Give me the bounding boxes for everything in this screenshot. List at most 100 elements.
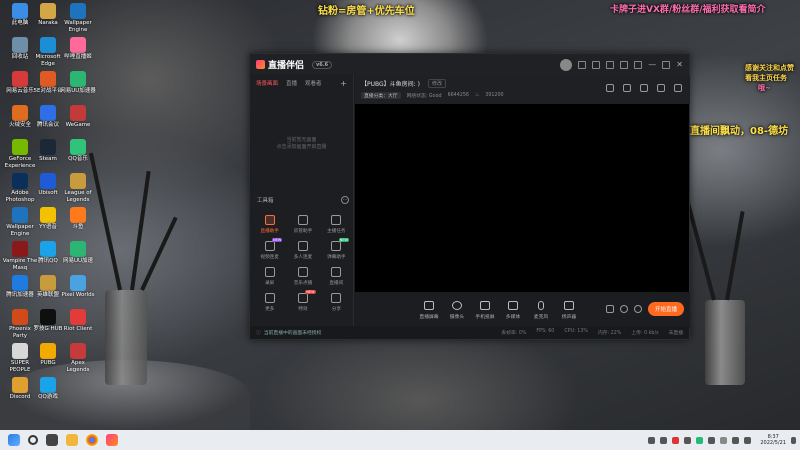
tray-app-icon[interactable] [648, 436, 656, 444]
tool-item[interactable]: 主播任务 [320, 215, 353, 234]
tray-app-icon[interactable] [684, 436, 692, 444]
phone-cast-button[interactable]: 手机投屏 [471, 300, 499, 320]
message-icon[interactable] [578, 60, 587, 69]
tool-label: 特效 [298, 307, 308, 312]
tool-item[interactable]: 分享 [320, 293, 353, 312]
streaming-app-window[interactable]: 直播伴侣 v6.6 — ✕ 场景画面 直播 观看者 + 当前暂无画面 点击添加画… [249, 53, 690, 340]
ring-icon[interactable] [619, 305, 628, 313]
desktop-icon[interactable]: Wallpaper Engine [60, 3, 96, 33]
app-icon [40, 71, 56, 87]
media-button[interactable]: 多媒体 [499, 300, 527, 320]
screen-icon[interactable] [592, 60, 601, 69]
app-logo: 直播伴侣 v6.6 [256, 58, 333, 71]
category-tag[interactable]: 直播分类：大厅 [361, 92, 401, 99]
fans-count: 391200 [485, 93, 504, 98]
tab-viewers[interactable]: 观看者 [305, 79, 322, 87]
tool-label: 更多 [265, 307, 275, 312]
status-stat: CPU: 13% [564, 329, 588, 334]
app-icon [40, 275, 56, 291]
tool-item[interactable]: 直播助手 [253, 215, 286, 234]
scene-tabs: 场景画面 直播 观看者 + [250, 75, 353, 91]
microphone-button[interactable]: 麦克风 [527, 300, 555, 320]
bell-icon[interactable] [657, 84, 665, 92]
brush-stroke [725, 211, 745, 301]
app-icon [70, 241, 86, 257]
desktop-icon-label: QQ音乐 [68, 156, 88, 162]
edit-title-button[interactable]: 修改 [427, 79, 446, 88]
chevron-up-icon[interactable] [720, 436, 728, 444]
speaker-button[interactable]: 扬声器 [555, 300, 583, 320]
desktop-icon[interactable]: Apex Legends [60, 343, 96, 373]
tool-item[interactable]: 更多 [253, 293, 286, 312]
desktop-icon[interactable]: Pixel Worlds [60, 275, 96, 299]
scene-panel: 场景画面 直播 观看者 + 当前暂无画面 点击添加画面开启直播 工具箱 ··· … [250, 75, 354, 328]
user-avatar[interactable] [560, 58, 573, 71]
brush-stroke [140, 216, 178, 291]
app-icon [40, 139, 56, 155]
app-titlebar[interactable]: 直播伴侣 v6.6 — ✕ [250, 54, 689, 75]
volume-icon[interactable] [744, 436, 752, 444]
desktop-icon[interactable]: QQ游戏 [30, 377, 66, 401]
status-notice[interactable]: 当前直播中的画面未经授权 [264, 329, 322, 336]
tray-app-icon[interactable] [708, 436, 716, 444]
desktop-icon[interactable]: 网易UU加速器 [60, 71, 96, 95]
desktop-icon[interactable]: 斗鱼 [60, 207, 96, 231]
tool-item[interactable]: 房管助手 [286, 215, 319, 234]
tray-app-icon[interactable] [660, 436, 668, 444]
app-icon [12, 37, 28, 53]
shop-icon[interactable] [606, 84, 614, 92]
app-icon [12, 71, 28, 87]
tool-item[interactable]: 多人连麦 [286, 241, 319, 260]
more-tools-icon[interactable]: ··· [341, 196, 349, 204]
notification-icon[interactable] [791, 436, 796, 444]
app-icon [70, 71, 86, 87]
app-icon [70, 207, 86, 223]
desktop-icon[interactable]: QQ音乐 [60, 139, 96, 163]
tool-label: 主播任务 [327, 229, 346, 234]
tool-item[interactable]: 直播间 [320, 267, 353, 286]
skin-icon[interactable] [634, 60, 643, 69]
desktop-icon-label: League of Legends [64, 190, 92, 203]
gear-icon[interactable] [633, 305, 642, 313]
status-stat: 上传: 0 kb/s [631, 331, 659, 336]
start-menu-icon[interactable] [8, 434, 20, 446]
record-icon[interactable] [605, 305, 614, 313]
tray-app-icon[interactable] [672, 436, 680, 444]
taskbar-clock[interactable]: 8:37 2022/5/21 [760, 434, 786, 446]
capture-screen-button[interactable]: 直播屏幕 [415, 300, 443, 320]
desktop-icon[interactable]: Riot Client [60, 309, 96, 333]
share-icon[interactable] [674, 84, 682, 92]
tool-item[interactable]: 音乐点播 [286, 267, 319, 286]
desktop-icon[interactable]: League of Legends [60, 173, 96, 203]
tab-scene[interactable]: 场景画面 [256, 79, 278, 87]
tool-item[interactable]: 视频连麦 NEW [253, 238, 286, 260]
start-live-button[interactable]: 开始直播 [647, 302, 684, 316]
tool-item[interactable]: 特效 NEW [286, 290, 319, 312]
settings-icon[interactable] [606, 60, 615, 69]
maximize-button[interactable] [662, 60, 671, 69]
network-icon[interactable] [732, 436, 740, 444]
tray-app-icon[interactable] [696, 436, 704, 444]
tool-item[interactable]: 录屏 [253, 267, 286, 286]
desktop-icon[interactable]: WeGame [60, 105, 96, 129]
streaming-app-icon[interactable] [106, 434, 118, 446]
lock-icon[interactable] [623, 84, 631, 92]
taskview-icon[interactable] [46, 434, 58, 446]
desktop-icon-label: 网易UU加速器 [60, 88, 96, 94]
search-icon[interactable] [28, 435, 38, 445]
file-explorer-icon[interactable] [66, 434, 78, 446]
desktop-icon[interactable]: 网易UU加速 [60, 241, 96, 265]
desktop-icon-label: 斗鱼 [72, 224, 84, 230]
camera-button[interactable]: 摄像头 [443, 300, 471, 320]
chrome-icon[interactable] [86, 434, 98, 446]
tool-item[interactable]: 弹幕助手 NEW [320, 238, 353, 260]
menu-icon[interactable] [620, 60, 629, 69]
chat-icon[interactable] [640, 84, 648, 92]
tab-live[interactable]: 直播 [286, 79, 297, 87]
close-button[interactable]: ✕ [676, 60, 683, 69]
minimize-button[interactable]: — [648, 60, 656, 69]
desktop-icon[interactable]: 哔哩直播姬 [60, 37, 96, 61]
tool-label: 房管助手 [293, 229, 313, 234]
stream-preview[interactable] [355, 104, 689, 292]
add-scene-icon[interactable]: + [340, 79, 347, 88]
